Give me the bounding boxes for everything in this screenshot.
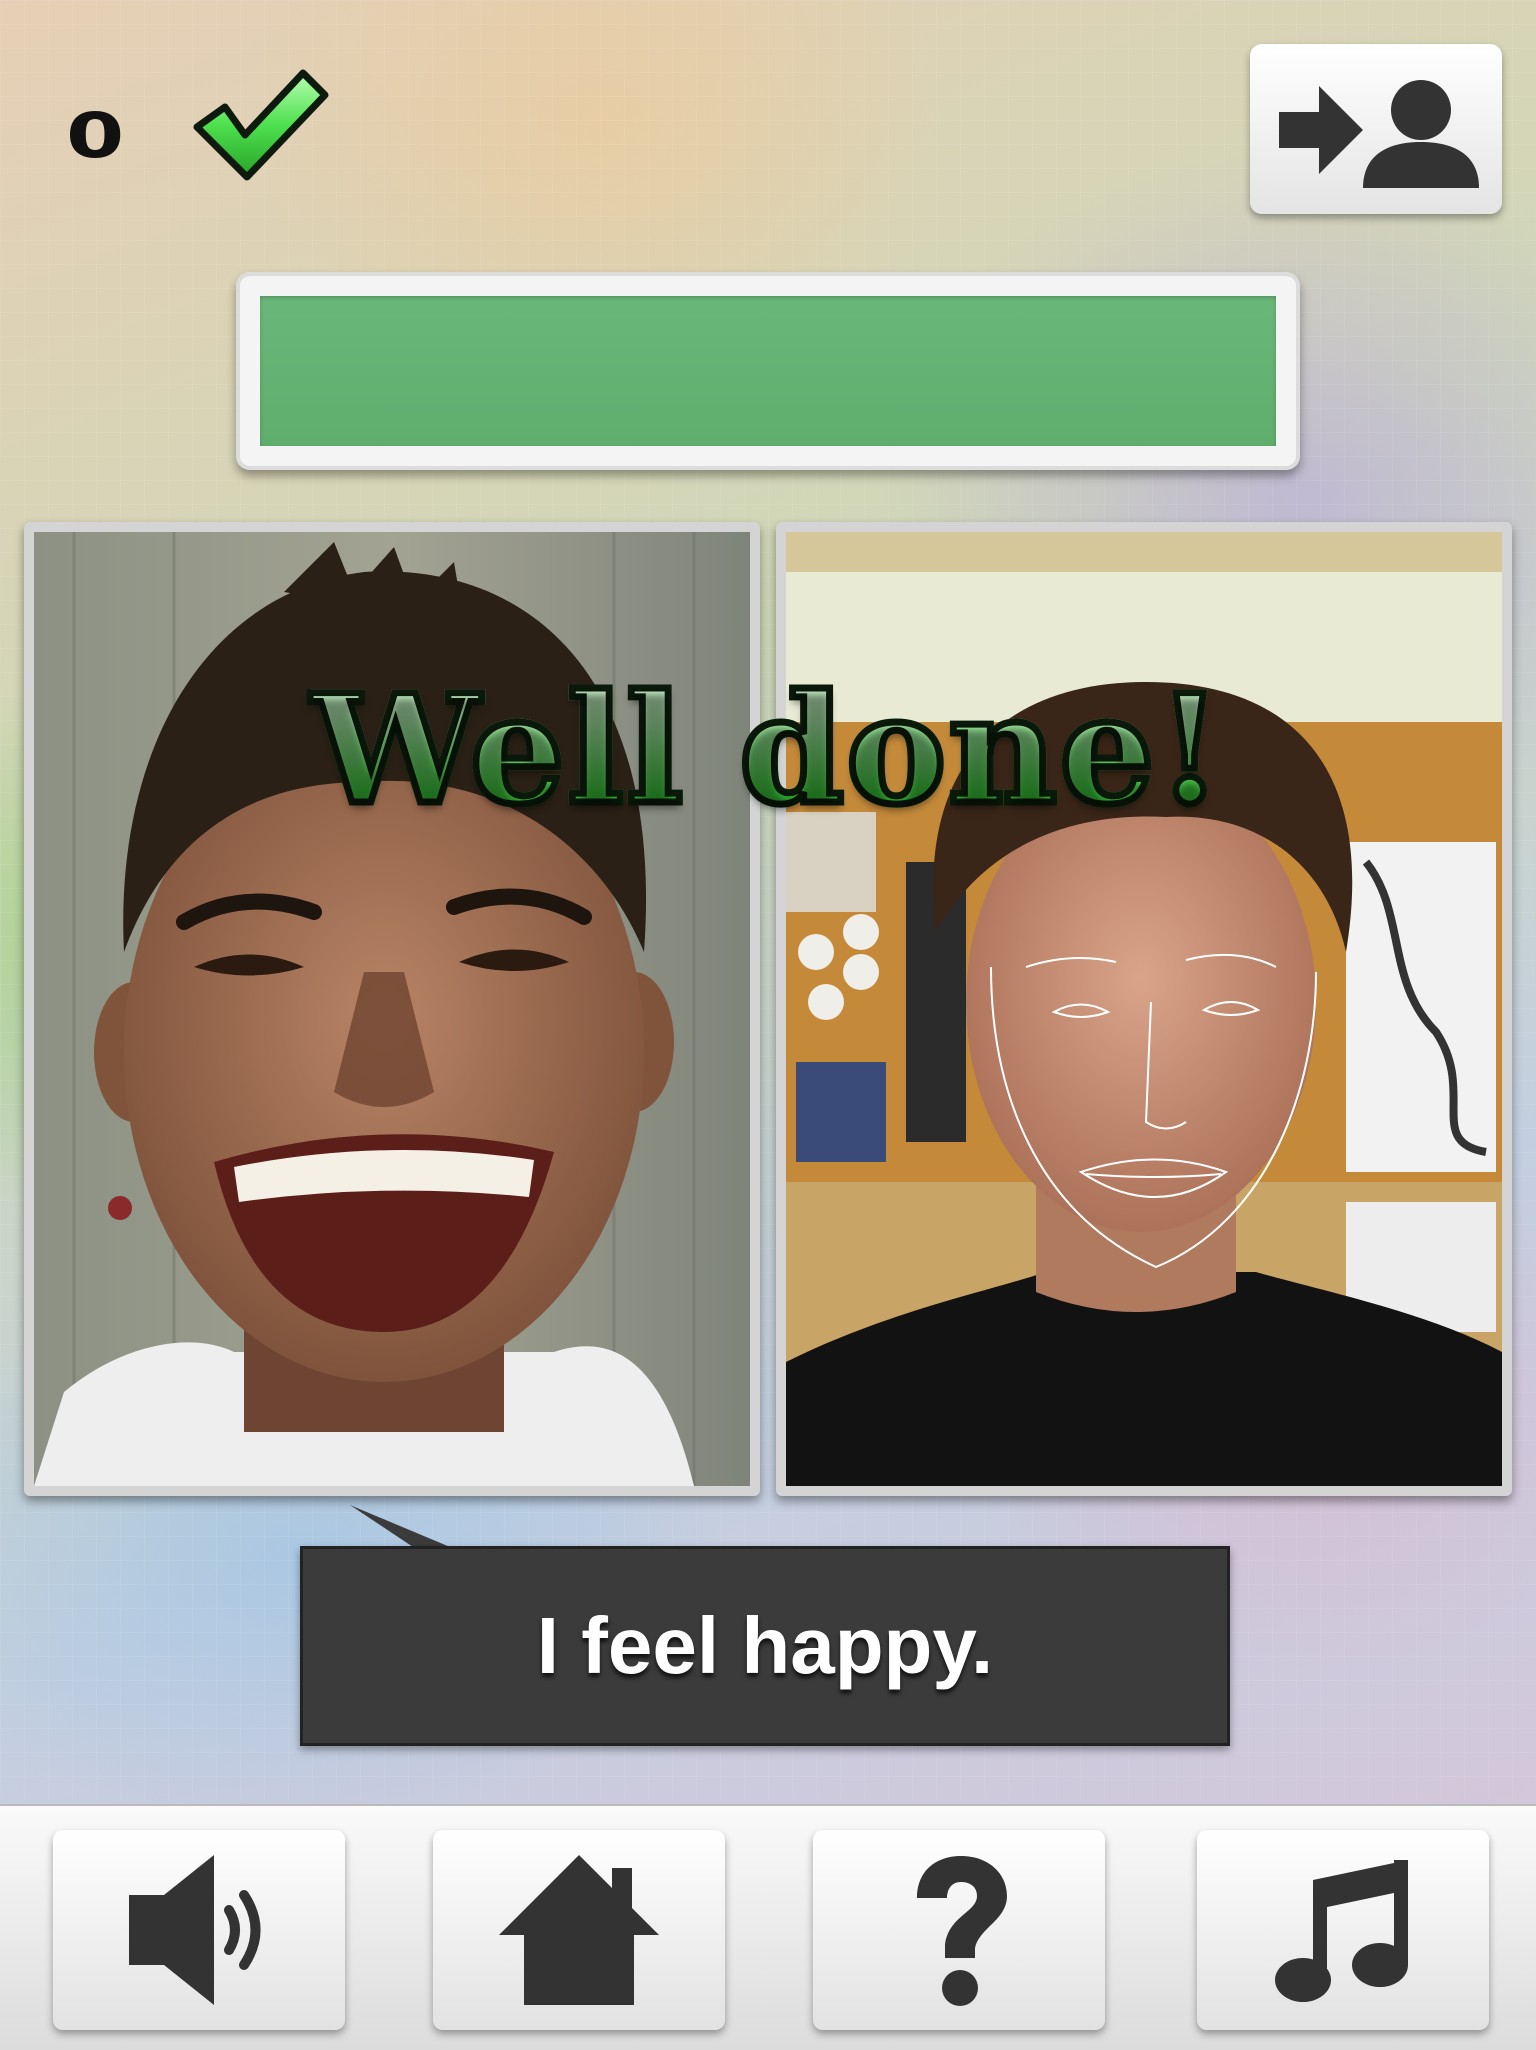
progress-bar: [236, 272, 1300, 470]
speech-bubble: I feel happy.: [300, 1546, 1230, 1746]
switch-user-button[interactable]: [1250, 44, 1502, 214]
home-icon: [499, 1855, 659, 2005]
checkmark-icon: [193, 69, 329, 181]
progress-fill: [260, 296, 1276, 446]
speaker-icon: [129, 1855, 261, 2005]
feedback-message: Well done!: [308, 662, 1226, 839]
help-button[interactable]: [813, 1830, 1105, 2030]
music-note-icon: [1275, 1860, 1408, 2002]
question-mark-icon: [917, 1856, 1007, 2006]
music-button[interactable]: [1197, 1830, 1489, 2030]
switch-user-icon: [1279, 80, 1479, 188]
bottom-toolbar: [0, 1804, 1536, 2050]
home-button[interactable]: [433, 1830, 725, 2030]
emotion-prompt-text: I feel happy.: [536, 1601, 994, 1690]
progress-track: [260, 296, 1276, 446]
score-counter: 0: [66, 99, 125, 172]
sound-button[interactable]: [53, 1830, 345, 2030]
